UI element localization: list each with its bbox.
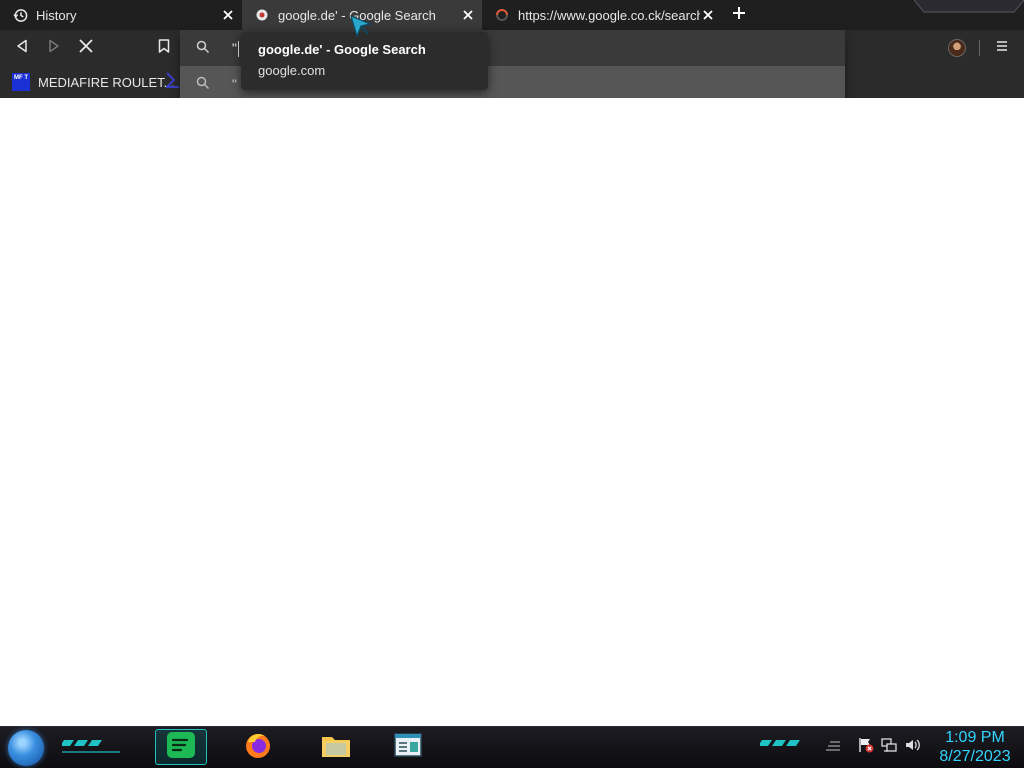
tab-history[interactable]: History	[0, 0, 242, 30]
forward-button[interactable]	[45, 39, 63, 57]
toolbar-divider	[979, 40, 980, 56]
close-tab-icon[interactable]	[460, 7, 476, 23]
plus-icon	[732, 6, 746, 25]
forward-arrow-icon	[47, 39, 61, 58]
stop-button[interactable]	[77, 38, 95, 58]
text-caret	[237, 41, 239, 58]
address-input[interactable]: "	[232, 40, 239, 58]
close-tab-icon[interactable]	[700, 7, 716, 23]
firefox-icon	[243, 730, 273, 765]
taskbar-app-firefox[interactable]	[238, 729, 278, 765]
tab-google-co-ck[interactable]: https://www.google.co.ck/search?q	[482, 0, 722, 30]
tooltip-url: google.com	[258, 63, 326, 78]
mediafire-bookmark-icon: MF T	[12, 73, 30, 91]
search-icon	[196, 76, 212, 92]
speaker-volume-icon	[904, 737, 922, 758]
mouse-cursor-icon	[350, 14, 372, 38]
tab-hover-tooltip: google.de' - Google Search google.com	[241, 32, 488, 90]
tab-title: History	[36, 7, 77, 23]
stop-loading-icon	[79, 38, 93, 58]
typed-text: "	[232, 40, 237, 56]
window-frame-decoration	[914, 0, 1024, 13]
start-button[interactable]	[8, 730, 44, 766]
tray-volume[interactable]	[904, 738, 922, 756]
history-icon	[12, 7, 28, 23]
bookmark-mediafire-roulette[interactable]: MF T MEDIAFIRE ROULET...	[12, 72, 175, 92]
show-hidden-icons-button[interactable]	[824, 738, 842, 756]
close-tab-icon[interactable]	[220, 7, 236, 23]
tooltip-title: google.de' - Google Search	[258, 42, 426, 57]
google-favicon	[254, 7, 270, 23]
taskbar-app-notepad[interactable]	[388, 729, 428, 765]
main-menu-button[interactable]	[993, 39, 1011, 57]
spotify-icon	[166, 731, 196, 764]
profile-avatar[interactable]	[948, 39, 966, 57]
taskbar-app-spotify[interactable]	[155, 729, 207, 765]
clock-time: 1:09 PM	[945, 729, 1005, 746]
new-tab-button[interactable]	[728, 4, 750, 26]
bookmark-icon	[158, 38, 170, 58]
back-arrow-icon	[15, 39, 29, 58]
page-content	[0, 98, 1024, 726]
taskbar-clock[interactable]: 1:09 PM 8/27/2023	[930, 728, 1020, 766]
tab-strip: History google.de' - Google Search https…	[0, 0, 1024, 30]
folder-icon	[320, 731, 352, 764]
bookmark-favicon-icon[interactable]	[166, 72, 180, 88]
taskbar-decoration	[62, 740, 120, 753]
clock-date: 8/27/2023	[939, 748, 1011, 765]
taskbar-decoration	[760, 740, 800, 746]
network-icon	[881, 737, 897, 758]
loading-favicon	[494, 7, 510, 23]
tray-network[interactable]	[880, 737, 898, 758]
tray-overflow-icon	[824, 738, 842, 757]
bookmark-label: MEDIAFIRE ROULET...	[38, 74, 175, 90]
tab-title: https://www.google.co.ck/search?q	[518, 7, 700, 23]
flag-alert-icon	[858, 737, 874, 758]
hamburger-menu-icon	[996, 39, 1008, 57]
back-button[interactable]	[13, 39, 31, 57]
bookmark-button[interactable]	[155, 38, 173, 58]
tray-action-center[interactable]	[857, 737, 875, 758]
suggestion-text: "	[232, 76, 237, 92]
notepad-icon	[393, 731, 423, 764]
taskbar-app-file-explorer[interactable]	[316, 729, 356, 765]
search-icon	[196, 40, 212, 56]
